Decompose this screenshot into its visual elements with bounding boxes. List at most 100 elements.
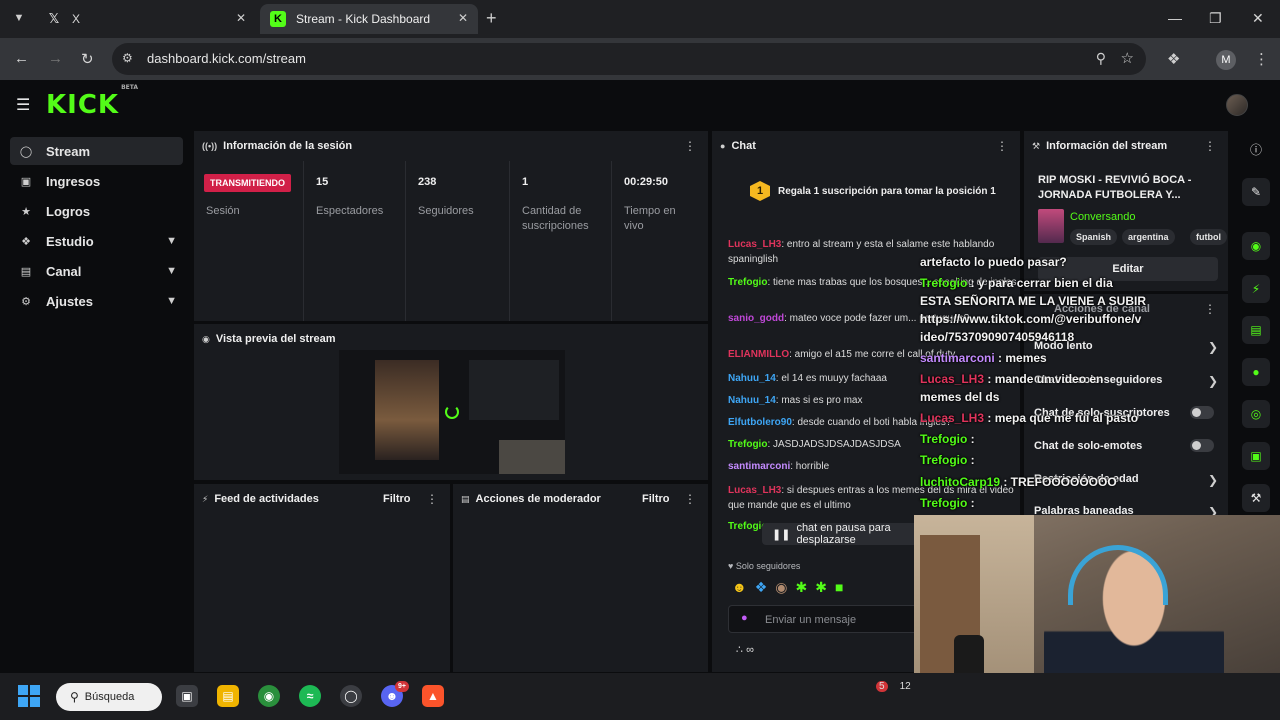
edit-icon[interactable]: ✎	[1242, 178, 1270, 206]
bookmark-star-icon[interactable]: ☆	[1121, 49, 1134, 67]
chat-username[interactable]: Nahuu_14	[728, 373, 776, 384]
system-tray[interactable]: 5 12	[876, 681, 911, 692]
spotify-icon[interactable]: ≈	[299, 685, 321, 707]
pause-label: chat en pausa para desplazarse	[796, 522, 891, 546]
emote-icon[interactable]: ☻	[732, 579, 755, 595]
infinity-icon[interactable]: ∞	[746, 644, 754, 656]
tools-icon[interactable]: ⚒	[1242, 484, 1270, 512]
overlay-text: : TREFOOOOOOOO	[1000, 475, 1117, 489]
more-options-icon[interactable]: ⋮	[684, 139, 696, 153]
chat-username[interactable]: santimarconi	[728, 461, 790, 472]
tab-search-icon[interactable]: ▼	[8, 7, 30, 29]
tab-x[interactable]: 𝕏 X ✕	[36, 4, 256, 34]
lightning-icon[interactable]: ⚡	[1242, 275, 1270, 303]
layers-icon[interactable]: ▣	[1242, 442, 1270, 470]
chat-username[interactable]: ELIANMILLO	[728, 349, 789, 360]
user-avatar[interactable]	[1226, 94, 1248, 116]
windows-start-icon[interactable]	[18, 685, 40, 707]
chrome-icon[interactable]: ◉	[258, 685, 280, 707]
more-options-icon[interactable]: ⋮	[1204, 302, 1216, 316]
close-tab-icon[interactable]: ✕	[236, 11, 246, 25]
kick-logo[interactable]: KICKBETA	[46, 84, 138, 120]
browser-toolbar: ← → ↻ ⚙ dashboard.kick.com/stream ⚲ ☆ ❖ …	[0, 38, 1280, 80]
brave-icon[interactable]: ▲	[422, 685, 444, 707]
document-icon: ▤	[461, 493, 470, 504]
category-name[interactable]: Conversando	[1070, 211, 1135, 223]
overlay-chat-line: ideo/7537090907405946118	[920, 330, 1074, 344]
chat-username[interactable]: Lucas_LH3	[728, 239, 781, 250]
more-options-icon[interactable]: ⋮	[684, 492, 696, 506]
chat-username[interactable]: Trefogio	[728, 439, 767, 450]
chat-username[interactable]: Nahuu_14	[728, 395, 776, 406]
sidebar-item-ingresos[interactable]: ▣ Ingresos	[10, 167, 183, 195]
filter-button[interactable]: Filtro	[383, 493, 411, 505]
overlay-chat-line: Trefogio :	[920, 453, 975, 467]
chat-mode-indicator: ♥ Solo seguidores	[728, 561, 800, 571]
reload-button[interactable]: ↻	[81, 50, 94, 68]
obs-icon[interactable]: ◯	[340, 685, 362, 707]
broadcast-icon[interactable]: ◎	[1242, 400, 1270, 428]
filter-button[interactable]: Filtro	[642, 493, 670, 505]
activity-feed-panel: ⚡ Feed de actividades Filtro ⋮	[194, 484, 450, 672]
close-tab-icon[interactable]: ✕	[458, 11, 468, 25]
emote-bar[interactable]: ☻❖◉✱✱■	[732, 579, 851, 596]
more-options-icon[interactable]: ⋮	[426, 492, 438, 506]
forward-button[interactable]: →	[48, 50, 63, 67]
sidebar-item-estudio[interactable]: ❖ Estudio ▼	[10, 227, 183, 255]
gift-sub-banner[interactable]: 1 Regala 1 suscripción para tomar la pos…	[750, 177, 1010, 205]
stream-icon: ◯	[19, 145, 33, 158]
sidebar-item-canal[interactable]: ▤ Canal ▼	[10, 257, 183, 285]
tab-kick-dashboard[interactable]: K Stream - Kick Dashboard ✕	[260, 4, 478, 34]
studio-icon: ❖	[21, 235, 31, 248]
microphone-icon[interactable]: ●	[741, 612, 748, 624]
overlay-text: : y para cerrar bien el dia	[967, 276, 1113, 290]
emote-icon[interactable]: ◉	[775, 579, 795, 595]
file-explorer-icon[interactable]: ▤	[217, 685, 239, 707]
chevron-right-icon: ❯	[1207, 473, 1218, 487]
emote-icon[interactable]: ✱	[815, 579, 835, 595]
close-window-button[interactable]: ✕	[1252, 10, 1264, 27]
more-options-icon[interactable]: ⋮	[996, 139, 1008, 153]
emote-icon[interactable]: ✱	[796, 579, 816, 595]
site-info-icon[interactable]: ⚙	[122, 51, 133, 65]
more-options-icon[interactable]: ⋮	[1204, 139, 1216, 153]
emotes-only-toggle[interactable]	[1190, 439, 1214, 452]
url-text[interactable]: dashboard.kick.com/stream	[147, 51, 306, 66]
taskbar-search[interactable]: ⚲ Búsqueda	[56, 683, 162, 711]
notes-icon[interactable]: ▤	[1242, 316, 1270, 344]
stream-preview-video[interactable]	[339, 350, 565, 474]
chat-username[interactable]: Elfutbolero90	[728, 417, 792, 428]
address-bar[interactable]: ⚙ dashboard.kick.com/stream ⚲ ☆	[112, 43, 1146, 75]
browser-menu-icon[interactable]: ⋮	[1254, 50, 1269, 68]
discord-icon[interactable]: ☻ 9+	[381, 681, 409, 707]
sidebar-item-ajustes[interactable]: ⚙ Ajustes ▼	[10, 287, 183, 315]
chat-username[interactable]: Lucas_LH3	[728, 485, 781, 496]
profile-avatar[interactable]: M	[1216, 50, 1236, 70]
extensions-icon[interactable]: ❖	[1167, 50, 1180, 68]
chat-username[interactable]: sanio_godd	[728, 313, 784, 324]
stat-label: Seguidores	[418, 205, 474, 217]
info-icon[interactable]: ⓘ	[1242, 136, 1270, 164]
new-tab-button[interactable]: +	[486, 8, 497, 29]
sidebar-item-stream[interactable]: ◯ Stream	[10, 137, 183, 165]
overlay-text: :	[967, 496, 975, 510]
emote-icon[interactable]: ■	[835, 579, 851, 595]
sidebar-item-logros[interactable]: ★ Logros	[10, 197, 183, 225]
chat-bubble-icon[interactable]: ●	[1242, 358, 1270, 386]
chat-username[interactable]: Trefogio	[728, 277, 767, 288]
minimize-button[interactable]: —	[1168, 10, 1182, 26]
chat-paused-button[interactable]: ❚❚ chat en pausa para desplazarse	[762, 522, 932, 546]
task-view-icon[interactable]: ▣	[176, 685, 198, 707]
menu-icon[interactable]: ☰	[16, 95, 30, 115]
target-icon[interactable]: ◉	[1242, 232, 1270, 260]
panel-title: ● Chat	[720, 140, 756, 152]
restore-button[interactable]: ❐	[1209, 10, 1222, 27]
zoom-icon[interactable]: ⚲	[1096, 50, 1106, 67]
row-label: Chat de solo-emotes	[1034, 440, 1143, 452]
subscribers-only-toggle[interactable]	[1190, 406, 1214, 419]
overlay-username: Trefogio	[920, 432, 968, 446]
users-icon[interactable]: ∴	[736, 644, 743, 656]
emote-icon[interactable]: ❖	[755, 579, 776, 595]
back-button[interactable]: ←	[14, 50, 29, 67]
wrench-icon: ⚒	[1032, 140, 1041, 151]
